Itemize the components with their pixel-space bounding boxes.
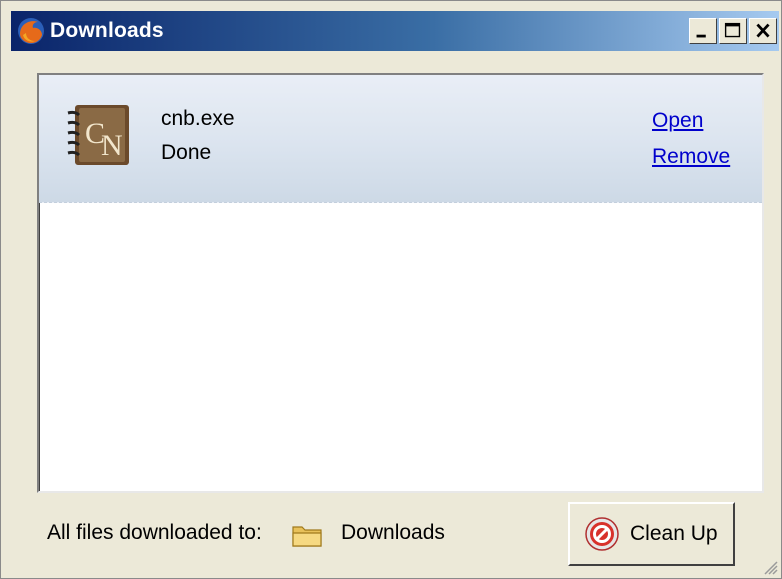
downloads-window: Downloads C N cnb.exe Done Open Remove A… [0, 0, 782, 579]
window-controls [689, 18, 777, 44]
cardnote-app-icon: C N [65, 103, 131, 167]
download-folder-link[interactable]: Downloads [341, 521, 445, 545]
close-button[interactable] [749, 18, 777, 44]
file-name: cnb.exe [161, 107, 235, 130]
resize-grip[interactable] [760, 557, 778, 575]
close-icon [756, 23, 770, 38]
download-status: Done [161, 141, 212, 164]
remove-link[interactable]: Remove [652, 145, 730, 169]
clean-up-button[interactable]: Clean Up [568, 502, 735, 566]
download-location-label: All files downloaded to: [47, 521, 262, 544]
maximize-button[interactable] [719, 18, 747, 44]
window-title: Downloads [50, 19, 164, 42]
minimize-icon [696, 34, 706, 38]
minimize-button[interactable] [689, 18, 717, 44]
download-item[interactable]: C N cnb.exe Done Open Remove [39, 75, 762, 203]
maximize-icon [724, 22, 741, 38]
downloads-list[interactable]: C N cnb.exe Done Open Remove [37, 73, 764, 493]
title-bar[interactable]: Downloads [11, 11, 779, 51]
open-link[interactable]: Open [652, 109, 703, 133]
folder-icon[interactable] [291, 521, 323, 549]
svg-text:N: N [101, 129, 123, 162]
stop-icon [585, 517, 619, 551]
clean-up-label: Clean Up [630, 522, 718, 545]
firefox-icon [16, 16, 46, 46]
